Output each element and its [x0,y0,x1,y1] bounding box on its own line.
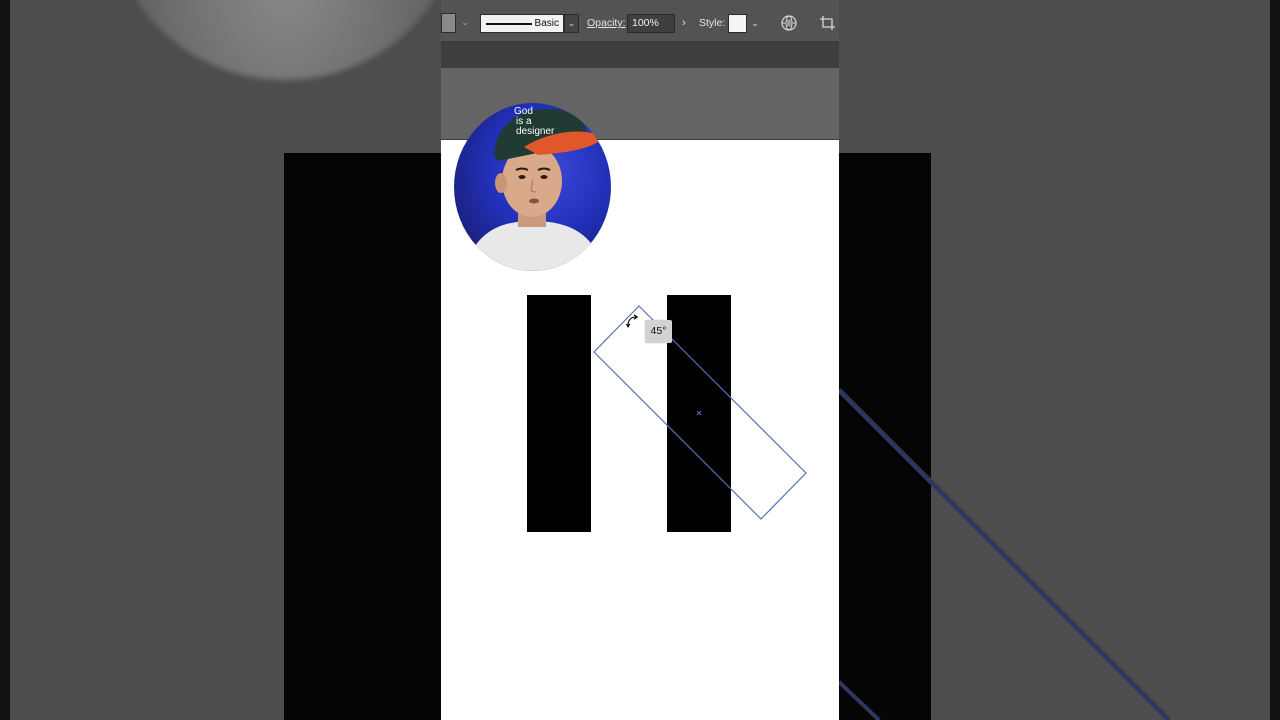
left-black-bar[interactable] [527,295,591,532]
blurred-bar [284,153,441,720]
letterbox-edge [1270,0,1280,720]
blurred-background-left [0,0,441,720]
rotation-angle-tooltip: 45° [645,320,672,343]
blurred-selection-outline [839,388,1171,720]
rotate-cursor-icon [625,314,639,328]
letterbox-edge [0,0,10,720]
blurred-webcam [110,0,441,80]
blurred-background-right [839,0,1280,720]
artwork-layer [527,295,807,532]
illustrator-window: ⌄ Basic ⌄ Opacity: 100% › Style: ⌄ God i… [441,0,839,720]
video-frame: ⌄ Basic ⌄ Opacity: 100% › Style: ⌄ God i… [0,0,1280,720]
